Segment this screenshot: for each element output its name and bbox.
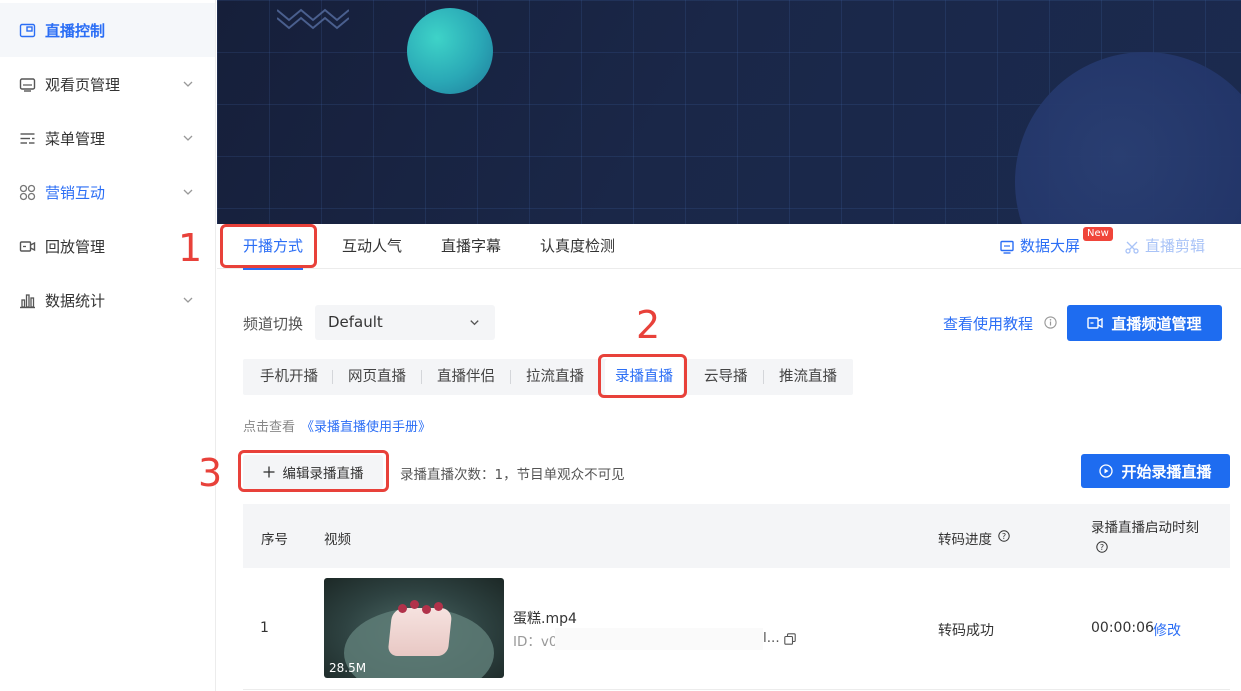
sidebar-item-label: 观看页管理: [45, 75, 121, 94]
chevron-down-icon: [183, 81, 193, 87]
manual-hint-prefix: 点击查看: [243, 420, 296, 435]
svg-text:?: ?: [1100, 543, 1104, 552]
help-icon[interactable]: ?: [998, 530, 1010, 542]
berry-shape: [422, 605, 431, 614]
divider: [421, 370, 422, 384]
column-header-index: 序号: [261, 532, 288, 548]
chevron-down-icon: [470, 320, 479, 326]
sidebar-item-live-control[interactable]: 直播控制: [0, 3, 215, 57]
annotation-number: 2: [636, 303, 661, 347]
mode-recorded[interactable]: 录播直播: [605, 359, 683, 395]
video-thumbnail[interactable]: 28.5M: [324, 578, 504, 678]
column-header-transcode: 转码进度: [938, 532, 992, 548]
chevron-down-icon: [183, 135, 193, 141]
help-icon[interactable]: ?: [1096, 541, 1108, 553]
chevron-down-icon: [183, 297, 193, 303]
mode-cloud-director[interactable]: 云导播: [704, 359, 748, 395]
channel-switch-label: 频道切换: [243, 315, 304, 333]
bar-chart-icon: [18, 291, 36, 309]
start-time-value: 00:00:06: [1091, 620, 1154, 636]
divider: [763, 370, 764, 384]
copy-icon[interactable]: [784, 633, 796, 645]
data-screen-link[interactable]: 数据大屏: [1000, 224, 1080, 269]
table-row: 1 28.5M 蛋糕.mp4 ID：v0 l... 转码成功 00:00:06 …: [243, 568, 1230, 690]
video-id-suffix: l...: [763, 630, 780, 646]
new-badge: New: [1083, 227, 1113, 241]
teal-orb-decoration: [407, 8, 493, 94]
scissors-icon: [1125, 241, 1139, 254]
video-file-name: 蛋糕.mp4: [513, 611, 577, 627]
table-header: 序号 视频 转码进度 ? 录播直播启动时刻 ?: [243, 504, 1230, 568]
sidebar-item-statistics[interactable]: 数据统计: [0, 273, 215, 327]
tab-broadcast-method[interactable]: 开播方式: [243, 224, 304, 270]
sidebar-item-label: 营销互动: [45, 183, 106, 202]
channel-manage-label: 直播频道管理: [1111, 314, 1202, 333]
edit-start-time-link[interactable]: 修改: [1153, 620, 1181, 640]
cake-shape: [387, 608, 453, 656]
mode-push-stream[interactable]: 推流直播: [779, 359, 837, 395]
recorded-count-text: 录播直播次数：1，节目单观众不可见: [400, 467, 625, 483]
sidebar-item-label: 直播控制: [45, 21, 106, 40]
sidebar-item-marketing[interactable]: 营销互动: [0, 165, 215, 219]
edit-recorded-button[interactable]: 编辑录播直播: [243, 455, 383, 489]
video-camera-icon: [18, 237, 36, 255]
channel-manage-button[interactable]: 直播频道管理: [1067, 305, 1222, 341]
column-header-start-time: 录播直播启动时刻: [1091, 520, 1199, 536]
info-icon[interactable]: [1044, 316, 1057, 329]
video-id: ID：v0: [513, 634, 558, 650]
divider: [510, 370, 511, 384]
sidebar-item-label: 菜单管理: [45, 129, 106, 148]
data-screen-label: 数据大屏: [1020, 237, 1081, 255]
edit-recorded-label: 编辑录播直播: [282, 466, 364, 482]
sidebar: 直播控制 观看页管理 菜单管理 营销互动 回放管理 数据统计: [0, 0, 216, 691]
tab-attention-detection[interactable]: 认真度检测: [540, 224, 615, 269]
start-recorded-label: 开始录播直播: [1121, 462, 1212, 481]
svg-text:?: ?: [1002, 532, 1006, 541]
row-index: 1: [260, 620, 269, 636]
mode-web[interactable]: 网页直播: [348, 359, 406, 395]
tab-interaction-popularity[interactable]: 互动人气: [342, 224, 402, 269]
mode-companion[interactable]: 直播伴侣: [437, 359, 495, 395]
transcode-status: 转码成功: [938, 623, 994, 639]
channel-select[interactable]: Default: [315, 305, 495, 340]
grid-icon: [18, 183, 36, 201]
annotation-number: 3: [198, 451, 223, 495]
channel-select-value: Default: [328, 313, 383, 331]
berry-shape: [398, 604, 407, 613]
monitor-icon: [1000, 240, 1014, 254]
tab-live-subtitles[interactable]: 直播字幕: [441, 224, 501, 269]
video-camera-icon: [1087, 317, 1104, 329]
tutorial-link[interactable]: 查看使用教程: [943, 313, 1033, 334]
live-clip-link[interactable]: 直播剪辑: [1125, 224, 1205, 269]
monitor-icon: [18, 75, 36, 93]
start-recorded-button[interactable]: 开始录播直播: [1081, 454, 1230, 488]
video-size: 28.5M: [329, 661, 367, 675]
zigzag-decoration-icon: [277, 8, 349, 30]
live-clip-label: 直播剪辑: [1145, 237, 1206, 255]
play-circle-icon: [1099, 464, 1114, 478]
annotation-number: 1: [178, 226, 203, 270]
column-header-video: 视频: [324, 532, 351, 548]
berry-shape: [434, 602, 443, 611]
sidebar-item-menu[interactable]: 菜单管理: [0, 111, 215, 165]
sidebar-item-label: 回放管理: [45, 237, 106, 256]
mode-pull-stream[interactable]: 拉流直播: [526, 359, 584, 395]
manual-hint: 点击查看 《录播直播使用手册》: [243, 416, 431, 435]
menu-list-icon: [18, 129, 36, 147]
berry-shape: [410, 600, 419, 609]
sidebar-item-watch-page[interactable]: 观看页管理: [0, 57, 215, 111]
broadcast-mode-tabs: 手机开播 网页直播 直播伴侣 拉流直播 录播直播 云导播 推流直播: [243, 359, 853, 395]
id-redaction: [555, 628, 763, 650]
sidebar-item-label: 数据统计: [45, 291, 106, 310]
plus-icon: [263, 466, 274, 478]
manual-link[interactable]: 《录播直播使用手册》: [301, 420, 431, 435]
chevron-down-icon: [183, 189, 193, 195]
divider: [332, 370, 333, 384]
mode-mobile[interactable]: 手机开播: [260, 359, 318, 395]
live-control-icon: [18, 21, 36, 39]
live-preview-banner: [217, 0, 1241, 224]
